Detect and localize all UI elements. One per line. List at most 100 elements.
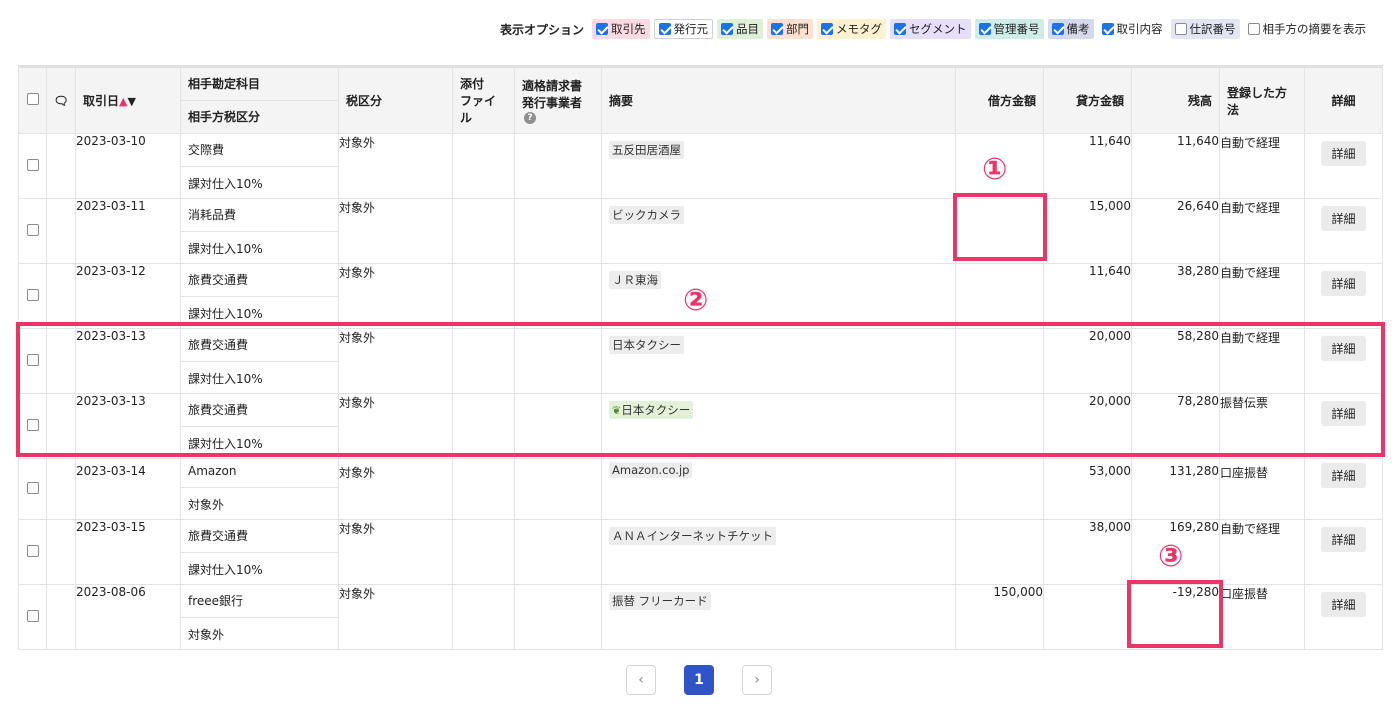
detail-button[interactable]: 詳細 xyxy=(1321,271,1366,296)
annotation-number-2: ② xyxy=(683,283,709,318)
row-checkbox[interactable] xyxy=(26,544,39,557)
next-page-button[interactable]: › xyxy=(742,665,772,695)
account-header-label: 相手勘定科目 xyxy=(181,68,338,101)
detail-button[interactable]: 詳細 xyxy=(1321,527,1366,552)
row-balance: 38,280 xyxy=(1131,263,1220,329)
annotation-number-1: ① xyxy=(982,152,1008,187)
row-tax: 対象外 xyxy=(338,458,453,520)
option-hinmoku[interactable]: 品目 xyxy=(717,19,763,39)
row-debit xyxy=(955,263,1044,329)
row-invoice-issuer xyxy=(514,519,602,585)
checkbox-icon[interactable] xyxy=(1051,23,1064,35)
row-checkbox[interactable] xyxy=(26,223,39,236)
row-summary-tag[interactable]: 五反田居酒屋 xyxy=(609,141,684,159)
date-header[interactable]: 取引日▲▼ xyxy=(75,65,181,134)
row-account: 消耗品費 xyxy=(181,199,338,232)
annotation-box-1 xyxy=(953,193,1047,261)
row-date: 2023-03-15 xyxy=(75,519,181,585)
row-attachment xyxy=(452,519,515,585)
row-credit: 15,000 xyxy=(1043,198,1132,264)
help-icon[interactable]: ? xyxy=(524,112,536,124)
row-summary-tag[interactable]: ＡＮＡインターネットチケット xyxy=(609,527,776,545)
table-header-row: 🗨 取引日▲▼ 相手勘定科目 相手方税区分 税区分 添付 ファイル 適格請求書 発行… xyxy=(18,65,1383,134)
annotation-number-3: ③ xyxy=(1158,539,1184,574)
row-checkbox[interactable] xyxy=(26,481,39,494)
registered-method-header: 登録した方法 xyxy=(1219,65,1305,134)
checkbox-icon[interactable] xyxy=(771,23,783,35)
row-invoice-issuer xyxy=(514,263,602,329)
row-summary-tag[interactable]: ＪＲ東海 xyxy=(609,271,661,289)
option-segment[interactable]: セグメント xyxy=(890,19,971,39)
option-torihikisaki[interactable]: 取引先 xyxy=(592,19,650,39)
checkbox-icon[interactable] xyxy=(1174,23,1187,35)
checkbox-icon[interactable] xyxy=(978,23,991,35)
row-credit: 53,000 xyxy=(1043,458,1132,520)
row-debit xyxy=(955,519,1044,585)
row-tax-class: 課対仕入10% xyxy=(188,307,263,321)
option-bumon[interactable]: 部門 xyxy=(767,19,813,39)
prev-page-button[interactable]: ‹ xyxy=(626,665,656,695)
option-biko[interactable]: 備考 xyxy=(1047,19,1094,39)
attachment-header: 添付 ファイル xyxy=(452,65,515,134)
row-credit xyxy=(1043,584,1132,650)
row-checkbox[interactable] xyxy=(26,609,39,622)
account-header: 相手勘定科目 相手方税区分 xyxy=(180,65,339,134)
checkbox-icon[interactable] xyxy=(1247,23,1260,35)
tax-header: 税区分 xyxy=(338,65,453,134)
option-kanri-bango[interactable]: 管理番号 xyxy=(974,19,1044,39)
select-all-checkbox[interactable] xyxy=(26,93,39,105)
select-all-cell xyxy=(18,65,47,134)
row-checkbox[interactable] xyxy=(26,288,39,301)
row-balance: 131,280 xyxy=(1131,458,1220,520)
page-1-button[interactable]: 1 xyxy=(684,665,714,695)
row-checkbox[interactable] xyxy=(26,158,39,171)
detail-button[interactable]: 詳細 xyxy=(1321,592,1366,617)
row-tax: 対象外 xyxy=(338,584,453,650)
comment-icon[interactable]: 🗨 xyxy=(53,94,68,108)
row-tax: 対象外 xyxy=(338,198,453,264)
row-invoice-issuer xyxy=(514,133,602,199)
table-row: 2023-03-11 消耗品費 課対仕入10% 対象外 ビックカメラ 15,000… xyxy=(18,198,1383,264)
checkbox-icon[interactable] xyxy=(821,23,833,35)
checkbox-icon[interactable] xyxy=(721,23,733,35)
row-summary-tag[interactable]: Amazon.co.jp xyxy=(609,462,693,478)
row-tax-class: 対象外 xyxy=(188,628,225,642)
row-tax-class: 課対仕入10% xyxy=(188,242,263,256)
checkbox-icon[interactable] xyxy=(894,23,906,35)
detail-button[interactable]: 詳細 xyxy=(1321,141,1366,166)
row-account: 旅費交通費 xyxy=(181,264,338,297)
summary-header: 摘要 xyxy=(601,65,956,134)
row-tax: 対象外 xyxy=(338,133,453,199)
table-row: 2023-03-14 Amazon 対象外 対象外 Amazon.co.jp 53… xyxy=(18,458,1383,520)
row-tax-class: 課対仕入10% xyxy=(188,563,263,577)
row-attachment xyxy=(452,458,515,520)
row-summary-tag[interactable]: 振替 フリーカード xyxy=(609,592,711,610)
row-account: 旅費交通費 xyxy=(181,520,338,553)
detail-button[interactable]: 詳細 xyxy=(1321,206,1366,231)
row-account: Amazon xyxy=(181,459,338,488)
checkbox-icon[interactable] xyxy=(1101,23,1114,35)
option-show-counterpart-summary[interactable]: 相手方の摘要を表示 xyxy=(1243,19,1370,39)
row-invoice-issuer xyxy=(514,198,602,264)
row-tax-class: 課対仕入10% xyxy=(188,177,263,191)
row-attachment xyxy=(452,584,515,650)
option-memotag[interactable]: メモタグ xyxy=(817,19,886,39)
balance-header: 残高 xyxy=(1131,65,1220,134)
detail-button[interactable]: 詳細 xyxy=(1321,463,1366,488)
row-balance: 26,640 xyxy=(1131,198,1220,264)
row-method: 自動で経理 xyxy=(1219,519,1305,585)
checkbox-icon[interactable] xyxy=(658,23,671,35)
row-balance: 11,640 xyxy=(1131,133,1220,199)
option-shiwake-bango[interactable]: 仕訳番号 xyxy=(1170,19,1240,39)
option-hakkomoto[interactable]: 発行元 xyxy=(653,19,713,39)
row-method: 自動で経理 xyxy=(1219,198,1305,264)
option-torihiki-naiyo[interactable]: 取引内容 xyxy=(1097,19,1167,39)
row-attachment xyxy=(452,263,515,329)
invoice-issuer-header: 適格請求書 発行事業者? xyxy=(514,65,602,134)
checkbox-icon[interactable] xyxy=(596,23,608,35)
row-method: 口座振替 xyxy=(1219,458,1305,520)
row-invoice-issuer xyxy=(514,458,602,520)
sort-desc-icon[interactable]: ▼ xyxy=(127,95,135,108)
row-summary-tag[interactable]: ビックカメラ xyxy=(609,206,684,224)
row-date: 2023-08-06 xyxy=(75,584,181,650)
